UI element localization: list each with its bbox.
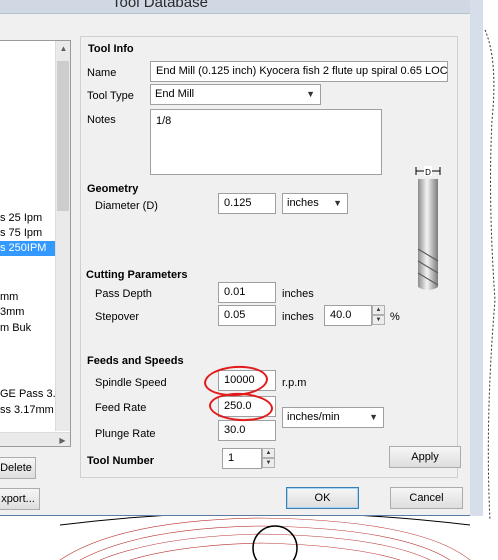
list-item-selected[interactable]: s 250IPM xyxy=(0,241,56,256)
export-button[interactable]: xport... xyxy=(0,488,40,510)
tool-database-dialog: Tool Database s 25 Ipm s 75 Ipm s 250IPM… xyxy=(0,0,483,516)
name-input[interactable]: End Mill (0.125 inch) Kyocera fish 2 flu… xyxy=(150,61,448,82)
name-label: Name xyxy=(87,67,117,79)
list-item[interactable]: s 25 Ipm xyxy=(0,211,56,226)
spindle-speed-units: r.p.m xyxy=(282,377,307,389)
scroll-up-arrow-icon[interactable]: ▲ xyxy=(56,41,70,56)
tool-info-heading: Tool Info xyxy=(88,43,134,55)
stepover-units: inches xyxy=(282,311,314,323)
scrollbar-thumb[interactable] xyxy=(57,61,69,211)
window-title: Tool Database xyxy=(112,0,208,11)
spin-down-icon[interactable]: ▼ xyxy=(262,458,275,468)
ok-button[interactable]: OK xyxy=(286,487,359,509)
stepover-input[interactable]: 0.05 xyxy=(218,305,276,326)
stepover-percent-input[interactable]: 40.0 xyxy=(324,305,372,326)
diameter-label: Diameter (D) xyxy=(95,200,158,212)
title-bar[interactable]: Tool Database xyxy=(0,0,483,14)
diameter-units-select[interactable]: inches ▼ xyxy=(282,193,348,214)
feed-rate-label: Feed Rate xyxy=(95,402,147,414)
apply-button[interactable]: Apply xyxy=(389,446,461,468)
plunge-rate-input[interactable]: 30.0 xyxy=(218,420,276,441)
scroll-right-arrow-icon[interactable]: ▶ xyxy=(55,433,70,446)
spindle-speed-label: Spindle Speed xyxy=(95,377,167,389)
pass-depth-units: inches xyxy=(282,288,314,300)
end-mill-diagram-icon: D xyxy=(415,166,441,290)
tool-number-spinner[interactable]: ▲ ▼ xyxy=(262,448,275,469)
list-vertical-scrollbar[interactable]: ▲ xyxy=(55,41,70,431)
notes-textarea[interactable]: 1/8 xyxy=(150,109,382,175)
list-item[interactable]: m Buk xyxy=(0,321,56,336)
cutting-parameters-heading: Cutting Parameters xyxy=(86,269,188,281)
window-frame-right xyxy=(470,0,483,516)
pass-depth-input[interactable]: 0.01 xyxy=(218,282,276,303)
chevron-down-icon: ▼ xyxy=(369,412,378,422)
notes-label: Notes xyxy=(87,114,116,126)
geometry-heading: Geometry xyxy=(87,183,139,195)
tool-list[interactable]: s 25 Ipm s 75 Ipm s 250IPM mm 3mm m Buk … xyxy=(0,40,71,447)
spin-down-icon[interactable]: ▼ xyxy=(372,315,385,325)
diameter-units-value: inches xyxy=(287,197,319,209)
pass-depth-label: Pass Depth xyxy=(95,288,152,300)
delete-button[interactable]: Delete xyxy=(0,457,36,479)
list-item[interactable]: ss 3.17mm xyxy=(0,403,56,418)
tool-type-select[interactable]: End Mill ▼ xyxy=(150,84,321,105)
percent-sign: % xyxy=(390,311,400,323)
cancel-button[interactable]: Cancel xyxy=(390,487,463,509)
stepover-label: Stepover xyxy=(95,311,140,323)
list-horizontal-scrollbar[interactable]: ▶ xyxy=(0,432,70,446)
list-item[interactable]: s 75 Ipm xyxy=(0,226,56,241)
list-item[interactable]: mm xyxy=(0,290,56,305)
list-item[interactable]: 3mm xyxy=(0,305,56,320)
feeds-and-speeds-heading: Feeds and Speeds xyxy=(87,355,184,367)
spin-up-icon[interactable]: ▲ xyxy=(262,448,275,458)
diameter-input[interactable]: 0.125 xyxy=(218,193,276,214)
stepover-percent-spinner[interactable]: ▲ ▼ xyxy=(372,305,385,326)
tool-type-label: Tool Type xyxy=(87,90,134,102)
tool-number-input[interactable]: 1 xyxy=(222,448,262,469)
spin-up-icon[interactable]: ▲ xyxy=(372,305,385,315)
diameter-marker-label: D xyxy=(425,168,431,177)
tool-number-label: Tool Number xyxy=(87,455,155,467)
tool-type-value: End Mill xyxy=(155,88,195,100)
chevron-down-icon: ▼ xyxy=(333,198,342,208)
plunge-rate-label: Plunge Rate xyxy=(95,428,156,440)
feed-units-value: inches/min xyxy=(287,411,340,423)
feed-units-select[interactable]: inches/min ▼ xyxy=(282,407,384,428)
list-item[interactable]: GE Pass 3. xyxy=(0,387,56,402)
chevron-down-icon: ▼ xyxy=(306,89,315,99)
